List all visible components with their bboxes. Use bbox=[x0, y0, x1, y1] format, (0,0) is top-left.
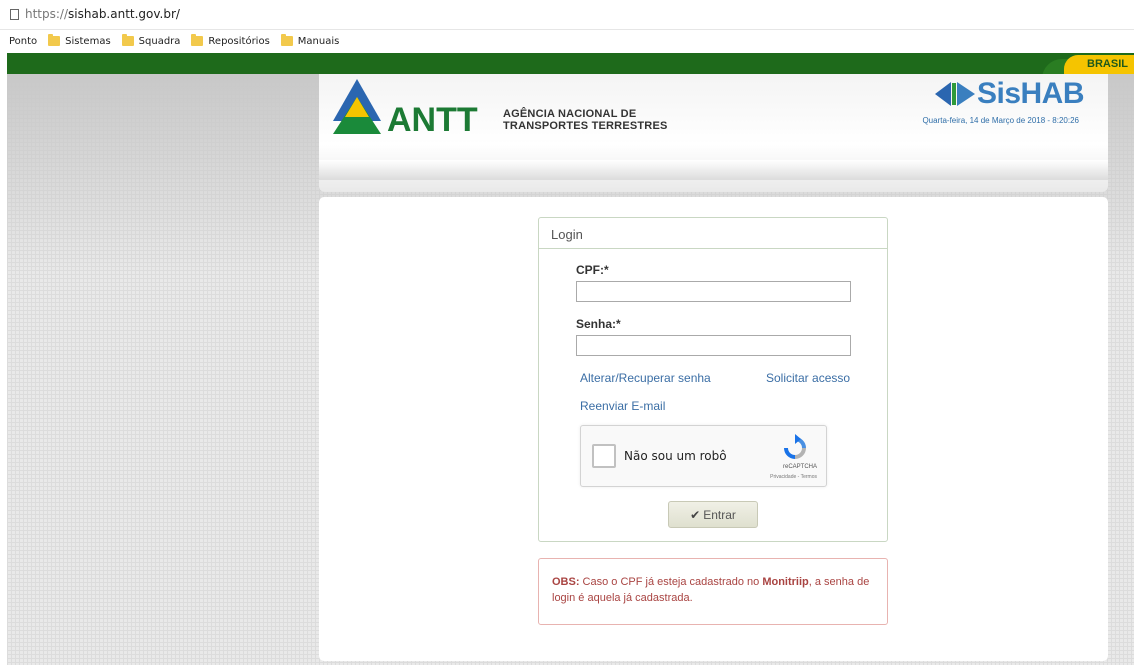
bookmark-label: Sistemas bbox=[65, 35, 111, 47]
recaptcha-terms-link[interactable]: Privacidade - Termos bbox=[770, 474, 817, 480]
senha-label: Senha:* bbox=[576, 317, 621, 331]
obs-highlight: Monitriip bbox=[762, 576, 809, 588]
bookmark-repositorios[interactable]: Repositórios bbox=[191, 34, 270, 47]
system-name: SisHAB bbox=[976, 77, 1085, 110]
login-panel: Login CPF:* Senha:* Alterar/Recuperar se… bbox=[538, 217, 888, 542]
antt-logo: ANTT bbox=[333, 79, 478, 134]
page-icon bbox=[10, 8, 19, 20]
url-host: sishab.antt.gov.br/ bbox=[68, 7, 180, 21]
recaptcha-brand: reCAPTCHA bbox=[782, 464, 817, 470]
obs-text-1: Caso o CPF já esteja cadastrado no bbox=[579, 576, 763, 588]
url-display[interactable]: https://sishab.antt.gov.br/ bbox=[10, 7, 180, 21]
recaptcha-widget: Não sou um robô reCAPTCHA Privacidade - … bbox=[580, 425, 827, 487]
request-access-link[interactable]: Solicitar acesso bbox=[766, 371, 850, 385]
bookmark-sistemas[interactable]: Sistemas bbox=[48, 34, 111, 47]
agency-line-2: TRANSPORTES TERRESTRES bbox=[503, 120, 668, 132]
sishab-arrows-icon bbox=[934, 82, 975, 106]
recaptcha-checkbox[interactable] bbox=[592, 444, 616, 468]
bookmark-manuais[interactable]: Manuais bbox=[280, 34, 340, 47]
senha-input[interactable] bbox=[576, 335, 851, 356]
recaptcha-label: Não sou um robô bbox=[624, 449, 727, 463]
bookmark-squadra[interactable]: Squadra bbox=[121, 34, 181, 47]
bookmark-label: Squadra bbox=[138, 35, 181, 47]
address-bar[interactable]: https://sishab.antt.gov.br/ bbox=[0, 0, 1134, 30]
check-icon: ✔ bbox=[690, 507, 701, 522]
sishab-logo: SisHAB bbox=[934, 77, 1085, 111]
entrar-button[interactable]: ✔ Entrar bbox=[668, 501, 758, 528]
bookmark-label: Ponto bbox=[9, 35, 38, 47]
gov-bar: BRASIL bbox=[7, 53, 1134, 74]
brasil-link[interactable]: BRASIL bbox=[1064, 55, 1134, 74]
folder-icon bbox=[280, 34, 293, 46]
header-stripe bbox=[319, 160, 1108, 180]
main-content: Login CPF:* Senha:* Alterar/Recuperar se… bbox=[319, 197, 1108, 661]
site-header: ANTT AGÊNCIA NACIONAL DE TRANSPORTES TER… bbox=[319, 74, 1108, 192]
cpf-input[interactable] bbox=[576, 281, 851, 302]
agency-line-1: AGÊNCIA NACIONAL DE bbox=[503, 108, 637, 120]
resend-email-link[interactable]: Reenviar E-mail bbox=[580, 399, 665, 413]
recaptcha-icon bbox=[784, 434, 806, 459]
agency-name: AGÊNCIA NACIONAL DE TRANSPORTES TERRESTR… bbox=[503, 108, 668, 132]
obs-prefix: OBS: bbox=[552, 576, 580, 588]
logo-wordmark: ANTT bbox=[387, 101, 478, 134]
current-date: Quarta-feira, 14 de Março de 2018 - 8:20… bbox=[922, 116, 1079, 125]
bookmark-label: Repositórios bbox=[208, 35, 270, 47]
login-panel-title: Login bbox=[539, 218, 887, 249]
folder-icon bbox=[121, 34, 134, 46]
entrar-label: Entrar bbox=[703, 507, 736, 522]
bookmarks-bar: Ponto Sistemas Squadra Repositórios Manu… bbox=[0, 30, 1134, 52]
folder-icon bbox=[48, 34, 61, 46]
cpf-label: CPF:* bbox=[576, 263, 609, 277]
url-scheme: https:// bbox=[25, 7, 69, 21]
recover-password-link[interactable]: Alterar/Recuperar senha bbox=[580, 371, 711, 385]
obs-notice: OBS: Caso o CPF já esteja cadastrado no … bbox=[538, 558, 888, 625]
bookmark-ponto[interactable]: Ponto bbox=[9, 36, 37, 47]
folder-icon bbox=[191, 34, 204, 46]
bookmark-label: Manuais bbox=[297, 35, 340, 47]
